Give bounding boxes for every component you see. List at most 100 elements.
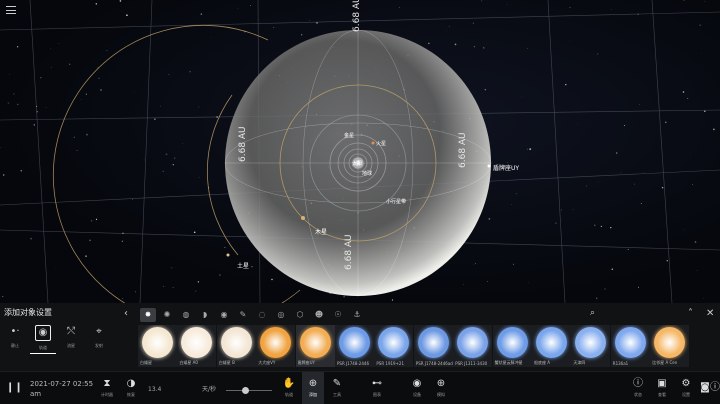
star-point — [96, 3, 97, 4]
add-button[interactable]: ⊕添加 — [302, 372, 324, 404]
search-icon[interactable]: ⌕ — [590, 308, 595, 318]
star-point — [513, 264, 514, 265]
category-tab-6[interactable]: ◌ — [254, 308, 270, 322]
star-point — [13, 93, 14, 94]
star-point — [198, 281, 199, 282]
object-card[interactable]: 盾牌座UY — [296, 325, 335, 367]
mode-orbit[interactable]: ◉ 轨道 — [30, 323, 56, 354]
card-label: 船底座 A — [534, 360, 550, 366]
chevron-left-icon[interactable]: ‹ — [124, 308, 128, 319]
object-card[interactable]: 白矮星 A0 — [177, 325, 216, 367]
star-point — [392, 299, 393, 300]
au-label-right: 6.68 AU — [458, 132, 468, 168]
chart-button[interactable]: ⊷图表 — [366, 378, 388, 398]
orbit-button[interactable]: ✋轨道 — [278, 378, 300, 398]
star-point — [171, 267, 172, 268]
status-button[interactable]: ⓘ状态 — [628, 378, 648, 398]
category-tab-5[interactable]: ✎ — [235, 308, 251, 322]
space-viewport[interactable]: 6.68 AU 6.68 AU 6.68 AU 6.68 AU 土星 木星 火星… — [0, 0, 720, 303]
restore-button[interactable]: ◑恢复 — [120, 378, 142, 398]
object-card[interactable]: 白矮星 — [138, 325, 177, 367]
eye-icon: ◉ — [406, 378, 428, 390]
mars-label[interactable]: 火星 — [376, 140, 386, 147]
star-point — [166, 153, 168, 155]
star-point — [463, 284, 464, 285]
mode-meteor[interactable]: ⤲ 流星 — [58, 323, 84, 353]
object-card[interactable]: 大犬座VY — [256, 325, 295, 367]
launch-icon: ⌖ — [92, 325, 106, 339]
panel-title: 添加对象设置 — [4, 307, 52, 318]
star-point — [154, 119, 155, 120]
jupiter-label[interactable]: 木星 — [315, 227, 327, 236]
category-tab-9[interactable]: ☻ — [311, 308, 327, 322]
screenshot-button[interactable]: ◙ — [700, 382, 710, 394]
star-point — [612, 269, 614, 271]
object-card[interactable]: 天津四 — [571, 325, 610, 367]
settings-button[interactable]: ⚙设置 — [676, 378, 696, 398]
speed-slider[interactable] — [226, 390, 272, 391]
speed-slider-thumb[interactable] — [242, 387, 249, 394]
asteroid-belt-label[interactable]: 小行星带 — [386, 198, 406, 205]
star-point — [81, 99, 82, 100]
device-button[interactable]: ◉设备 — [406, 378, 428, 398]
card-label: PSR J1311-3430 — [455, 361, 487, 366]
star-thumbnail — [378, 327, 409, 358]
star-point — [489, 218, 491, 220]
star-point — [173, 164, 174, 165]
object-card[interactable]: PSR J1748-2446 — [335, 325, 374, 367]
close-icon[interactable]: ✕ — [706, 308, 714, 319]
timer-button[interactable]: ⧗计时器 — [96, 378, 118, 398]
category-tab-0[interactable]: ✸ — [140, 308, 156, 322]
star-point — [697, 270, 698, 271]
saturn-label[interactable]: 土星 — [237, 261, 249, 270]
category-tab-11[interactable]: ⚓ — [349, 308, 365, 322]
star-point — [487, 281, 488, 282]
orbit-icon: ◉ — [35, 325, 51, 341]
category-tab-4[interactable]: ◉ — [216, 308, 232, 322]
uy-scuti-label[interactable]: 盾牌座UY — [493, 163, 519, 172]
star-point — [701, 54, 702, 55]
camera-icon: ▣ — [652, 378, 672, 390]
help-button[interactable]: ⓘ — [710, 382, 720, 394]
card-label: 盾牌座UY — [298, 360, 315, 366]
earth-label[interactable]: 地球 — [362, 170, 372, 177]
category-tab-1[interactable]: ✺ — [159, 308, 175, 322]
star-point — [527, 48, 528, 49]
star-point — [713, 129, 715, 131]
object-card[interactable]: 船底座 A — [532, 325, 571, 367]
category-tab-8[interactable]: ⬡ — [292, 308, 308, 322]
category-tab-7[interactable]: ◎ — [273, 308, 289, 322]
object-card[interactable]: PSR J1748-2446ad — [414, 325, 453, 367]
object-card[interactable]: 白矮星 B — [217, 325, 256, 367]
collapse-icon[interactable]: ˄ — [688, 308, 693, 319]
star-point — [182, 143, 183, 144]
sun-label[interactable]: 太阳 — [352, 160, 362, 167]
view-button[interactable]: ▣查看 — [652, 378, 672, 398]
category-tab-3[interactable]: ◗ — [197, 308, 213, 322]
star-point — [605, 289, 606, 290]
star-point — [3, 174, 4, 175]
main-menu-button[interactable] — [6, 6, 16, 14]
object-card[interactable]: 比邻星 A Cen — [650, 325, 689, 367]
card-label: 白矮星 B — [219, 360, 235, 366]
star-point — [473, 264, 474, 265]
simulate-button[interactable]: ⊕模拟 — [430, 378, 452, 398]
category-tab-2[interactable]: ◍ — [178, 308, 194, 322]
mode-launch[interactable]: ⌖ 发射 — [86, 323, 112, 353]
star-point — [273, 27, 274, 28]
meteor-icon: ⤲ — [64, 325, 78, 339]
object-card[interactable]: R136a1 — [611, 325, 650, 367]
mode-static[interactable]: •· 静止 — [2, 323, 28, 353]
object-card[interactable]: PSR 1919+21 — [374, 325, 413, 367]
pause-button[interactable]: ❙❙ — [6, 382, 23, 394]
star-point — [85, 255, 87, 257]
star-thumbnail — [339, 327, 370, 358]
star-point — [74, 137, 75, 138]
category-tab-10[interactable]: ☉ — [330, 308, 346, 322]
object-card[interactable]: PSR J1311-3430 — [453, 325, 492, 367]
tools-button[interactable]: ✎工具 — [326, 378, 348, 398]
star-point — [201, 13, 202, 14]
star-point — [474, 46, 475, 47]
object-card[interactable]: 蟹状星云脉冲星 — [493, 325, 532, 367]
venus-label[interactable]: 金星 — [344, 132, 354, 139]
